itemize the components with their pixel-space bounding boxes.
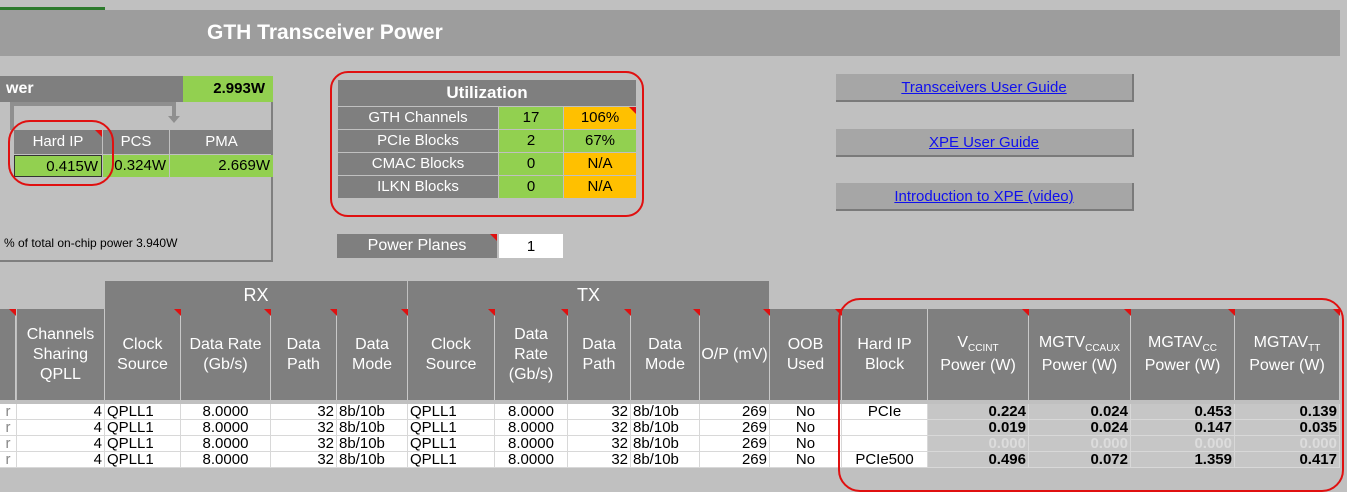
cell-tx-clock[interactable]: QPLL1 bbox=[408, 452, 495, 468]
annotation-circle-hard-ip bbox=[8, 120, 114, 186]
cell-tx-rate[interactable]: 8.0000 bbox=[495, 420, 568, 436]
cell-rx-mode[interactable]: 8b/10b bbox=[337, 452, 408, 468]
cell-tx-rate[interactable]: 8.0000 bbox=[495, 436, 568, 452]
cell-oob[interactable]: No bbox=[770, 436, 842, 452]
cell-rx-clock[interactable]: QPLL1 bbox=[105, 436, 181, 452]
cell-rx-mode[interactable]: 8b/10b bbox=[337, 420, 408, 436]
col-header-rx-path: Data Path bbox=[271, 309, 337, 400]
row-lead-cell[interactable]: r bbox=[0, 452, 17, 468]
cell-tx-mode[interactable]: 8b/10b bbox=[631, 452, 700, 468]
col-header-tx-path: Data Path bbox=[568, 309, 631, 400]
cell-op[interactable]: 269 bbox=[700, 436, 770, 452]
pma-label: PMA bbox=[170, 130, 273, 154]
cell-op[interactable]: 269 bbox=[700, 420, 770, 436]
cell-rx-clock[interactable]: QPLL1 bbox=[105, 452, 181, 468]
cell-rx-rate[interactable]: 8.0000 bbox=[181, 452, 271, 468]
comment-marker-icon bbox=[264, 309, 271, 316]
cell-tx-clock[interactable]: QPLL1 bbox=[408, 404, 495, 420]
comment-marker-icon bbox=[561, 309, 568, 316]
col-header-channels-sharing: Channels Sharing QPLL bbox=[17, 309, 105, 400]
col-header-rx-rate: Data Rate (Gb/s) bbox=[181, 309, 271, 400]
cell-tx-mode[interactable]: 8b/10b bbox=[631, 404, 700, 420]
cell-tx-rate[interactable]: 8.0000 bbox=[495, 452, 568, 468]
title-bar bbox=[0, 10, 1340, 56]
cell-channels[interactable]: 4 bbox=[17, 420, 105, 436]
cell-rx-rate[interactable]: 8.0000 bbox=[181, 436, 271, 452]
intro-xpe-video-link[interactable]: Introduction to XPE (video) bbox=[836, 183, 1134, 211]
row-lead-cell[interactable]: r bbox=[0, 420, 17, 436]
comment-marker-icon bbox=[174, 309, 181, 316]
comment-marker-icon bbox=[763, 309, 770, 316]
col-header-rx-mode: Data Mode bbox=[337, 309, 408, 400]
comment-marker-icon bbox=[401, 309, 408, 316]
cell-op[interactable]: 269 bbox=[700, 452, 770, 468]
comment-marker-icon bbox=[330, 309, 337, 316]
col-header-tx-mode: Data Mode bbox=[631, 309, 700, 400]
cell-rx-rate[interactable]: 8.0000 bbox=[181, 420, 271, 436]
cell-rx-path[interactable]: 32 bbox=[271, 436, 337, 452]
cell-tx-clock[interactable]: QPLL1 bbox=[408, 420, 495, 436]
col-header-rx-clock: Clock Source bbox=[105, 309, 181, 400]
arrow-down-icon bbox=[168, 116, 180, 123]
cell-rx-mode[interactable]: 8b/10b bbox=[337, 436, 408, 452]
cell-channels[interactable]: 4 bbox=[17, 404, 105, 420]
cell-tx-path[interactable]: 32 bbox=[568, 404, 631, 420]
cell-rx-clock[interactable]: QPLL1 bbox=[105, 420, 181, 436]
transceivers-user-guide-link[interactable]: Transceivers User Guide bbox=[836, 74, 1134, 102]
power-total[interactable]: 2.993W bbox=[183, 76, 273, 102]
cell-rx-path[interactable]: 32 bbox=[271, 420, 337, 436]
tx-group-header: TX bbox=[408, 281, 769, 309]
cell-tx-path[interactable]: 32 bbox=[568, 452, 631, 468]
row-lead-cell[interactable]: r bbox=[0, 436, 17, 452]
col-header-oob: OOB Used bbox=[770, 309, 842, 400]
comment-marker-icon bbox=[488, 309, 495, 316]
cell-oob[interactable]: No bbox=[770, 452, 842, 468]
power-planes-label: Power Planes bbox=[337, 234, 497, 258]
row-lead-cell[interactable]: r bbox=[0, 404, 17, 420]
power-header: wer bbox=[0, 76, 183, 102]
cell-rx-path[interactable]: 32 bbox=[271, 452, 337, 468]
on-chip-power-note: % of total on-chip power 3.940W bbox=[4, 236, 178, 250]
cell-rx-mode[interactable]: 8b/10b bbox=[337, 404, 408, 420]
pma-power[interactable]: 2.669W bbox=[170, 155, 273, 177]
cell-tx-mode[interactable]: 8b/10b bbox=[631, 436, 700, 452]
xpe-user-guide-link[interactable]: XPE User Guide bbox=[836, 129, 1134, 157]
cell-rx-path[interactable]: 32 bbox=[271, 404, 337, 420]
cell-channels[interactable]: 4 bbox=[17, 436, 105, 452]
col-header-tx-rate: Data Rate (Gb/s) bbox=[495, 309, 568, 400]
cell-oob[interactable]: No bbox=[770, 404, 842, 420]
comment-marker-icon bbox=[9, 309, 16, 316]
annotation-circle-utilization bbox=[330, 71, 644, 217]
connector-line bbox=[10, 102, 176, 106]
cell-tx-path[interactable]: 32 bbox=[568, 436, 631, 452]
annotation-circle-power-columns bbox=[838, 298, 1344, 492]
cell-tx-rate[interactable]: 8.0000 bbox=[495, 404, 568, 420]
cell-tx-mode[interactable]: 8b/10b bbox=[631, 420, 700, 436]
cell-tx-path[interactable]: 32 bbox=[568, 420, 631, 436]
rx-group-header: RX bbox=[105, 281, 407, 309]
comment-marker-icon bbox=[624, 309, 631, 316]
comment-marker-icon bbox=[490, 234, 497, 241]
col-header-prev bbox=[0, 309, 16, 400]
cell-tx-clock[interactable]: QPLL1 bbox=[408, 436, 495, 452]
cell-rx-clock[interactable]: QPLL1 bbox=[105, 404, 181, 420]
col-header-tx-clock: Clock Source bbox=[408, 309, 495, 400]
cell-channels[interactable]: 4 bbox=[17, 452, 105, 468]
cell-rx-rate[interactable]: 8.0000 bbox=[181, 404, 271, 420]
comment-marker-icon bbox=[693, 309, 700, 316]
power-planes-input[interactable]: 1 bbox=[499, 234, 563, 258]
cell-oob[interactable]: No bbox=[770, 420, 842, 436]
col-header-op: O/P (mV) bbox=[700, 309, 770, 400]
page-title: GTH Transceiver Power bbox=[207, 21, 443, 44]
cell-op[interactable]: 269 bbox=[700, 404, 770, 420]
